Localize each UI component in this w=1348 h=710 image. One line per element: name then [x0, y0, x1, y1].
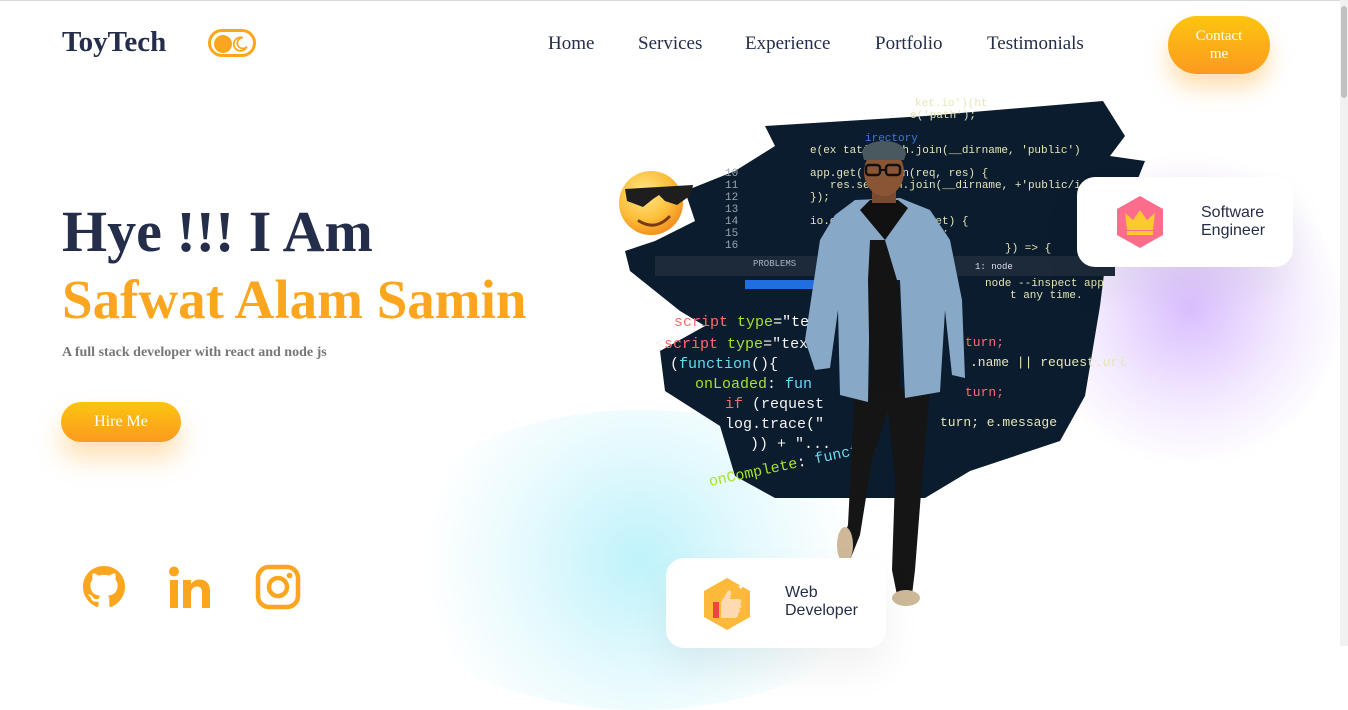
instagram-icon[interactable]: [254, 563, 302, 611]
nav-services[interactable]: Services: [638, 33, 702, 55]
hire-me-label: Hire Me: [94, 413, 148, 430]
svg-text:onLoaded: fun: onLoaded: fun: [695, 376, 812, 393]
top-border: [0, 0, 1340, 1]
svg-text:15: 15: [725, 228, 738, 240]
theme-toggle[interactable]: [208, 29, 256, 57]
hire-me-button[interactable]: Hire Me: [61, 402, 181, 442]
nav-testimonials[interactable]: Testimonials: [987, 33, 1084, 55]
software-card-line2: Engineer: [1201, 222, 1266, 239]
svg-text:node --inspect app: node --inspect app: [985, 278, 1104, 290]
crown-icon: [1117, 196, 1163, 248]
svg-text:e('path');: e('path');: [910, 110, 976, 122]
svg-text:}) => {: }) => {: [1005, 243, 1051, 255]
nav-portfolio[interactable]: Portfolio: [875, 33, 943, 55]
svg-text:10: 10: [725, 168, 738, 180]
svg-text:turn;: turn;: [965, 385, 1004, 400]
svg-text:PROBLEMS: PROBLEMS: [753, 259, 796, 269]
contact-button-label: Contact me: [1195, 28, 1243, 62]
page-scrollbar[interactable]: [1340, 0, 1348, 646]
scrollbar-thumb[interactable]: [1341, 6, 1347, 98]
svg-text:.name || request.url: .name || request.url: [970, 355, 1126, 370]
svg-text:12: 12: [725, 192, 738, 204]
moon-icon: [232, 36, 248, 52]
svg-text:(function(){: (function(){: [670, 356, 778, 373]
software-card-line1: Software: [1201, 204, 1265, 221]
software-engineer-card: Software Engineer: [1077, 177, 1293, 267]
hero-name: Safwat Alam Samin: [62, 269, 527, 330]
web-developer-card: ✦ Web Developer: [666, 558, 886, 648]
web-card-line2: Developer: [785, 602, 858, 619]
nav-experience[interactable]: Experience: [745, 33, 830, 55]
nav-home[interactable]: Home: [548, 33, 594, 55]
svg-text:16: 16: [725, 240, 738, 252]
linkedin-icon[interactable]: [166, 563, 214, 611]
thumbs-up-icon: ✦: [704, 578, 750, 630]
svg-text:<script type="te: <script type="te: [665, 314, 809, 331]
svg-text:14: 14: [725, 216, 739, 228]
person-photo: [805, 141, 965, 606]
hero-greeting: Hye !!! I Am: [62, 199, 373, 264]
toggle-knob: [214, 35, 232, 53]
sunglasses-emoji-icon: [619, 171, 693, 235]
svg-text:✦: ✦: [737, 582, 745, 592]
web-card-line1: Web: [785, 584, 818, 601]
svg-text:1: node: 1: node: [975, 262, 1013, 272]
svg-text:ket.io')(ht: ket.io')(ht: [915, 98, 988, 110]
hero-subtitle: A full stack developer with react and no…: [62, 345, 327, 360]
svg-text:11: 11: [725, 180, 739, 192]
github-icon[interactable]: [80, 563, 128, 611]
svg-text:13: 13: [725, 204, 738, 216]
svg-text:turn;: turn;: [965, 335, 1004, 350]
contact-button[interactable]: Contact me: [1168, 16, 1270, 74]
logo[interactable]: ToyTech: [62, 26, 166, 59]
svg-text:t any time.: t any time.: [1010, 290, 1083, 302]
